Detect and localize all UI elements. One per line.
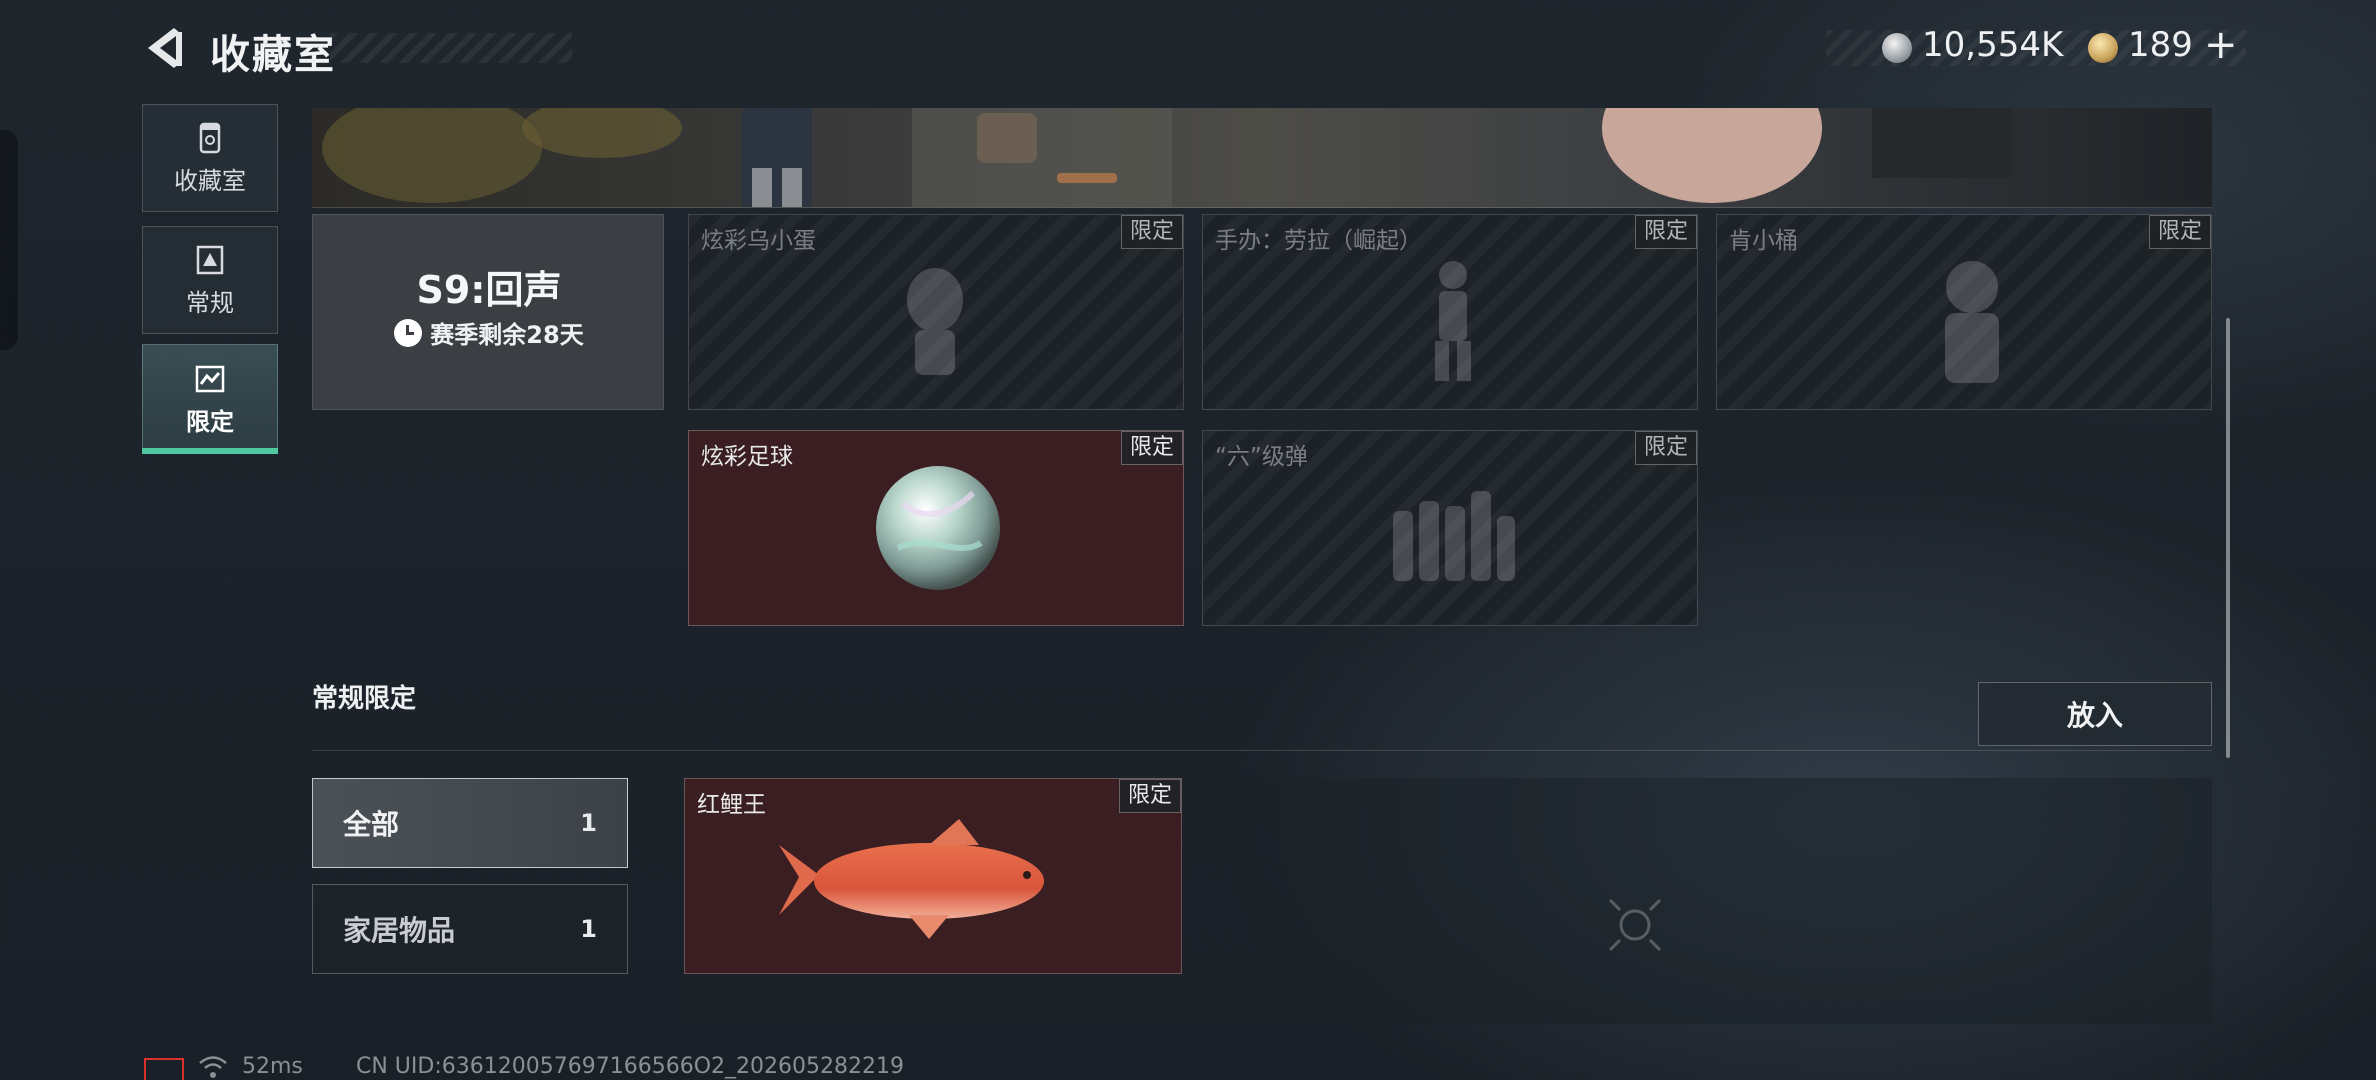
section-divider xyxy=(312,750,2212,751)
ping-value: 52ms xyxy=(242,1054,303,1079)
collectible-card[interactable]: 手办：劳拉（崛起） 限定 xyxy=(1202,214,1698,410)
item-silhouette xyxy=(907,268,963,375)
user-uid: CN UID:636120057697166566O2_202605282219 xyxy=(356,1054,904,1079)
filter-home-items-button[interactable]: 家居物品 1 xyxy=(312,884,628,974)
page-title: 收藏室 xyxy=(210,32,336,78)
season-title: S9:回声 xyxy=(416,268,562,312)
nav-item-regular[interactable]: 常规 xyxy=(142,226,278,334)
koi-fish-image xyxy=(779,819,1044,939)
season-remaining-text: 赛季剩余28天 xyxy=(430,321,584,349)
collectible-card[interactable]: 红鲤王 限定 xyxy=(684,778,1182,974)
season-banner-image xyxy=(312,108,2212,208)
back-arrow-icon xyxy=(148,28,182,68)
back-button[interactable] xyxy=(140,24,190,74)
item-name: 炫彩乌小蛋 xyxy=(701,228,816,254)
silver-coin-icon xyxy=(1882,33,1912,63)
collection-room-icon xyxy=(199,122,221,153)
wifi-icon xyxy=(199,1056,227,1078)
regular-icon xyxy=(196,245,224,274)
add-currency-button[interactable]: + xyxy=(2204,22,2238,68)
nav-item-collection-room[interactable]: 收藏室 xyxy=(142,104,278,212)
nav-label: 常规 xyxy=(186,288,234,317)
limited-badge: 限定 xyxy=(2148,215,2211,249)
title-decoration xyxy=(330,33,572,63)
item-name: 炫彩足球 xyxy=(701,444,793,470)
nav-item-limited[interactable]: 限定 xyxy=(142,344,278,454)
limited-badge: 限定 xyxy=(1120,215,1183,249)
collectible-card[interactable]: 炫彩足球 限定 xyxy=(688,430,1184,626)
limited-icon xyxy=(195,365,225,392)
season-remaining-row: 赛季剩余28天 xyxy=(313,315,665,350)
place-button[interactable]: 放入 xyxy=(1978,682,2212,746)
limited-badge: 限定 xyxy=(1120,431,1183,465)
item-name: “六”级弹 xyxy=(1215,444,1308,470)
section-title: 常规限定 xyxy=(312,684,417,714)
filter-label: 全部 xyxy=(343,808,400,841)
collectible-card[interactable]: 炫彩乌小蛋 限定 xyxy=(688,214,1184,410)
item-name: 肯小桶 xyxy=(1729,228,1798,254)
filter-count: 1 xyxy=(580,915,597,943)
limited-badge: 限定 xyxy=(1634,215,1697,249)
target-reticle-icon xyxy=(1608,898,1662,952)
item-name: 手办：劳拉（崛起） xyxy=(1215,228,1422,254)
banner-scene xyxy=(322,108,2012,207)
nav-active-indicator xyxy=(142,448,278,454)
season-card[interactable]: S9:回声 赛季剩余28天 xyxy=(312,214,664,410)
collectible-card[interactable]: 肯小桶 限定 xyxy=(1716,214,2212,410)
side-drawer-handle[interactable] xyxy=(0,130,18,350)
item-name: 红鲤王 xyxy=(697,792,766,818)
limited-badge: 限定 xyxy=(1118,779,1181,813)
football-image xyxy=(876,466,1000,590)
gold-currency-value: 189 xyxy=(2128,25,2193,65)
collectible-card[interactable]: “六”级弹 限定 xyxy=(1202,430,1698,626)
filter-label: 家居物品 xyxy=(343,914,456,947)
item-silhouette xyxy=(1945,261,1999,383)
filter-all-button[interactable]: 全部 1 xyxy=(312,778,628,868)
record-indicator xyxy=(144,1058,184,1080)
item-silhouette xyxy=(1435,261,1471,381)
item-silhouette xyxy=(1393,491,1515,581)
nav-label: 收藏室 xyxy=(174,166,246,195)
nav-label: 限定 xyxy=(186,407,234,436)
scrollbar[interactable] xyxy=(2226,318,2230,758)
limited-badge: 限定 xyxy=(1634,431,1697,465)
silver-currency-value: 10,554K xyxy=(1922,25,2064,65)
clock-icon xyxy=(394,318,423,347)
filter-count: 1 xyxy=(580,809,597,837)
gold-coin-icon xyxy=(2088,33,2118,63)
